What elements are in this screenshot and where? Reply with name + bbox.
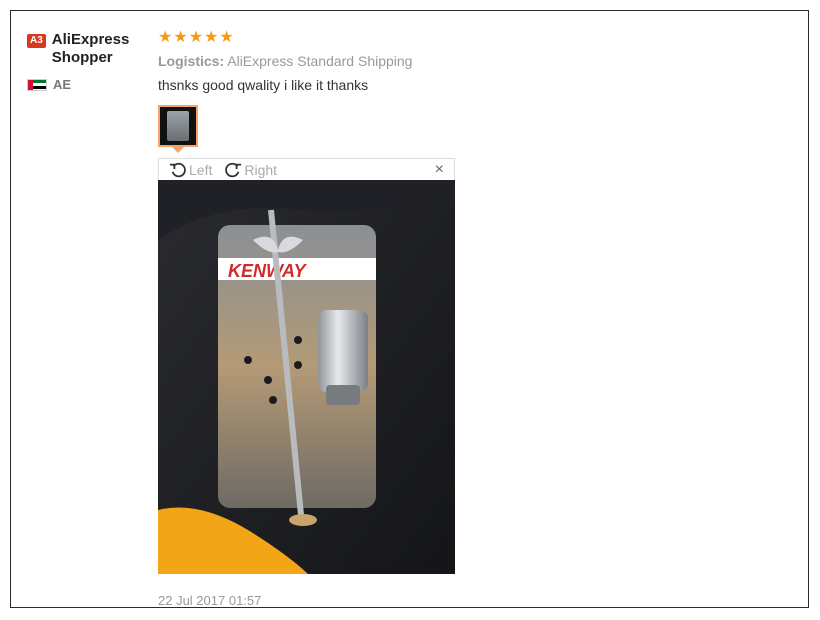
star-icon: ★ — [173, 29, 188, 46]
rotate-right-icon — [225, 162, 242, 177]
review-photo: KENWAY — [158, 180, 455, 574]
thumbnail-image — [167, 111, 189, 141]
rotate-right-button[interactable]: Right — [224, 161, 277, 179]
photo-illustration: KENWAY — [158, 180, 455, 574]
country-code: AE — [53, 77, 72, 92]
thumbnail-pointer — [172, 147, 184, 153]
close-icon[interactable]: × — [435, 161, 444, 179]
logistics-value: AliExpress Standard Shipping — [227, 53, 413, 69]
reviewer-header: A3 AliExpress Shopper — [27, 31, 147, 67]
rotate-right-label: Right — [244, 161, 278, 178]
star-icon: ★ — [204, 29, 219, 46]
uae-flag-icon — [27, 78, 47, 91]
review-card: A3 AliExpress Shopper AE ★ ★ ★ ★ ★ Logis… — [10, 10, 809, 608]
rotate-left-icon — [169, 162, 186, 177]
photo-thumbnail[interactable] — [158, 105, 198, 147]
reviewer-country: AE — [27, 77, 147, 92]
star-icon: ★ — [158, 29, 173, 46]
photo-viewer: Left Right × KENWAY — [158, 158, 455, 574]
star-icon: ★ — [188, 29, 204, 46]
review-content: ★ ★ ★ ★ ★ Logistics: AliExpress Standard… — [158, 29, 758, 608]
reviewer-name: AliExpress Shopper — [51, 31, 130, 66]
logistics-label: Logistics: — [158, 53, 225, 69]
review-comment: thsnks good qwality i like it thanks — [158, 77, 369, 93]
reviewer-info: A3 AliExpress Shopper AE — [27, 31, 147, 92]
package-brand-text: KENWAY — [228, 261, 308, 281]
rotate-left-button[interactable]: Left — [169, 161, 212, 179]
level-badge: A3 — [27, 34, 46, 48]
rotate-left-label: Left — [189, 161, 213, 178]
review-date: 22 Jul 2017 01:57 — [158, 593, 262, 608]
star-icon: ★ — [219, 29, 234, 46]
star-rating: ★ ★ ★ ★ ★ — [158, 29, 758, 47]
viewer-toolbar: Left Right × — [158, 158, 455, 180]
logistics-info: Logistics: AliExpress Standard Shipping — [158, 53, 758, 69]
